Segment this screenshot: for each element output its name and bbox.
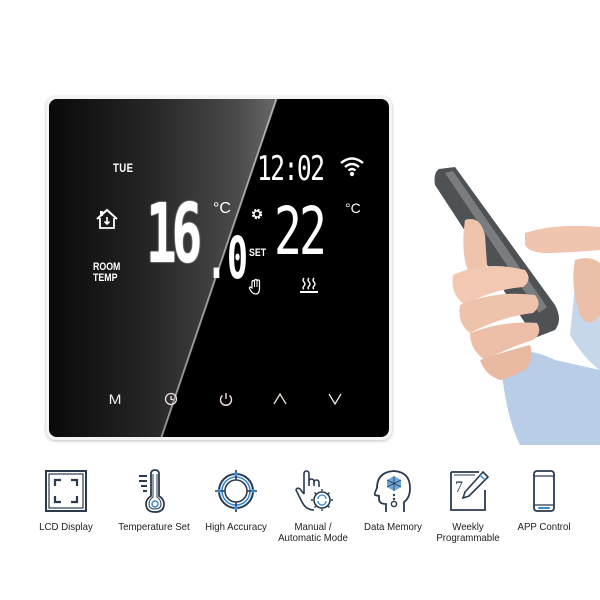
power-button[interactable] [214,387,238,411]
thermostat-panel: TUE ROOM TEMP 16 .0 °C 12:02 SET 22 °C M [49,99,389,437]
thermostat-device: TUE ROOM TEMP 16 .0 °C 12:02 SET 22 °C M [46,96,392,440]
power-icon [219,393,233,406]
pointing-finger [525,225,600,253]
feature-label: High Accuracy [205,521,267,533]
set-temperature-value: 22 [274,193,327,270]
room-label-line2: TEMP [93,272,118,284]
feature-lcd-display: LCD Display [21,468,111,533]
brain-memory-icon [373,470,411,512]
down-button[interactable] [323,387,347,411]
gear-icon [251,208,263,220]
feature-manual-automatic: Manual / Automatic Mode [268,468,358,544]
manual-auto-icon [295,470,333,511]
mode-button[interactable]: M [102,387,128,411]
room-temp-label: ROOM TEMP [93,262,120,284]
clock-time: 12:02 [257,149,325,189]
smartphone-icon [533,470,555,512]
set-temperature-unit: °C [345,200,361,216]
feature-app-control: APP Control [499,468,589,533]
manual-hand-icon [248,278,261,295]
up-button[interactable] [268,387,292,411]
heating-icon [300,277,318,293]
feature-label: Data Memory [364,521,422,533]
set-label: SET [249,247,267,259]
mode-icon: M [108,391,122,407]
lcd-display-icon [45,470,87,512]
feature-label-line2: Automatic Mode [278,532,348,544]
feature-label: Temperature Set [118,521,190,533]
wifi-icon [340,157,364,177]
clock-button[interactable] [159,387,183,411]
day-of-week: TUE [113,161,134,175]
feature-label: APP Control [517,521,571,533]
room-temperature-unit: °C [213,200,231,217]
chevron-up-icon [273,392,287,405]
feature-label: LCD Display [39,521,93,533]
touch-buttons: M [49,387,389,411]
feature-list: LCD Display Temperature Set High Accurac… [0,468,600,558]
feature-label-line2: Programmable [436,532,500,544]
home-icon [96,208,118,229]
clock-icon [164,392,178,406]
thermometer-icon [139,469,165,513]
room-temperature-decimal: .0 [206,224,248,292]
room-temperature-value: 16 [146,187,202,282]
svg-text:7: 7 [455,479,463,496]
calendar-pen-icon: 7 [450,470,490,511]
feature-temperature-set: Temperature Set [109,468,199,533]
chevron-down-icon [328,393,342,406]
crosshair-icon [215,470,257,512]
hand-holding-phone-image [434,167,600,445]
